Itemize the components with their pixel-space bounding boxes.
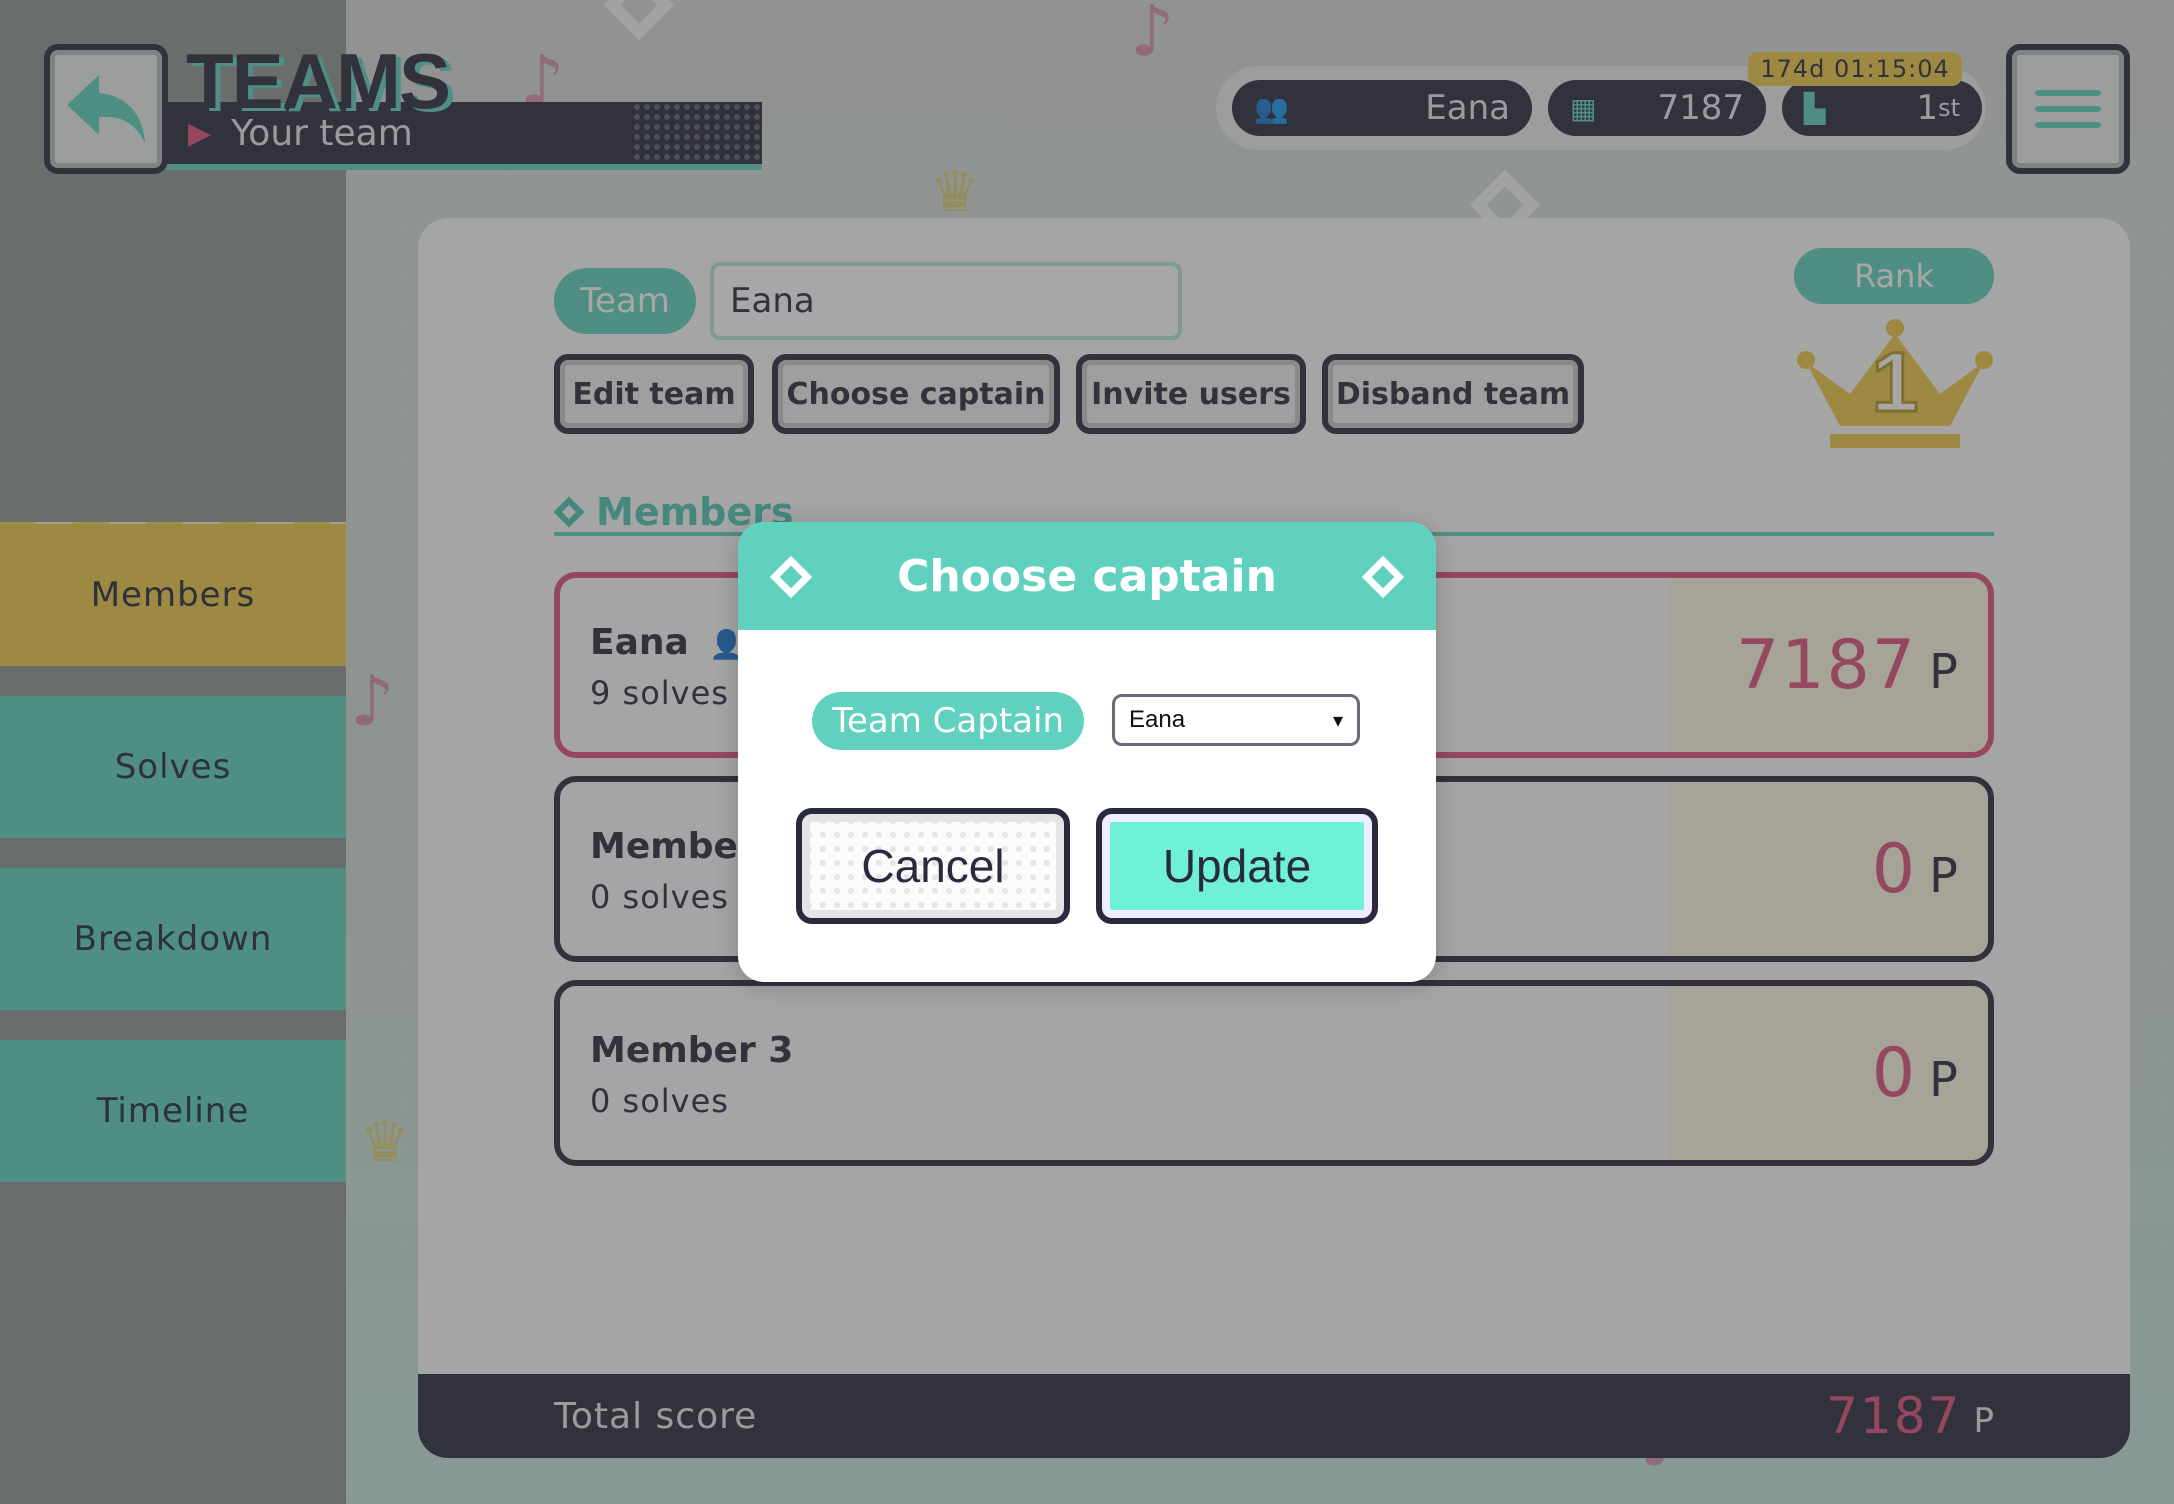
choose-captain-dialog: Choose captain Team Captain Eana ▾ Cance… (738, 522, 1436, 982)
diamond-icon (769, 555, 813, 599)
captain-select[interactable]: Eana ▾ (1112, 694, 1360, 746)
chevron-down-icon: ▾ (1332, 709, 1343, 732)
diamond-icon (1361, 555, 1405, 599)
cancel-button[interactable]: Cancel (796, 808, 1070, 924)
captain-select-value: Eana (1129, 706, 1186, 733)
dialog-header: Choose captain (738, 522, 1436, 630)
dialog-title: Choose captain (897, 550, 1277, 602)
team-captain-label: Team Captain (812, 692, 1084, 750)
update-button[interactable]: Update (1096, 808, 1378, 924)
